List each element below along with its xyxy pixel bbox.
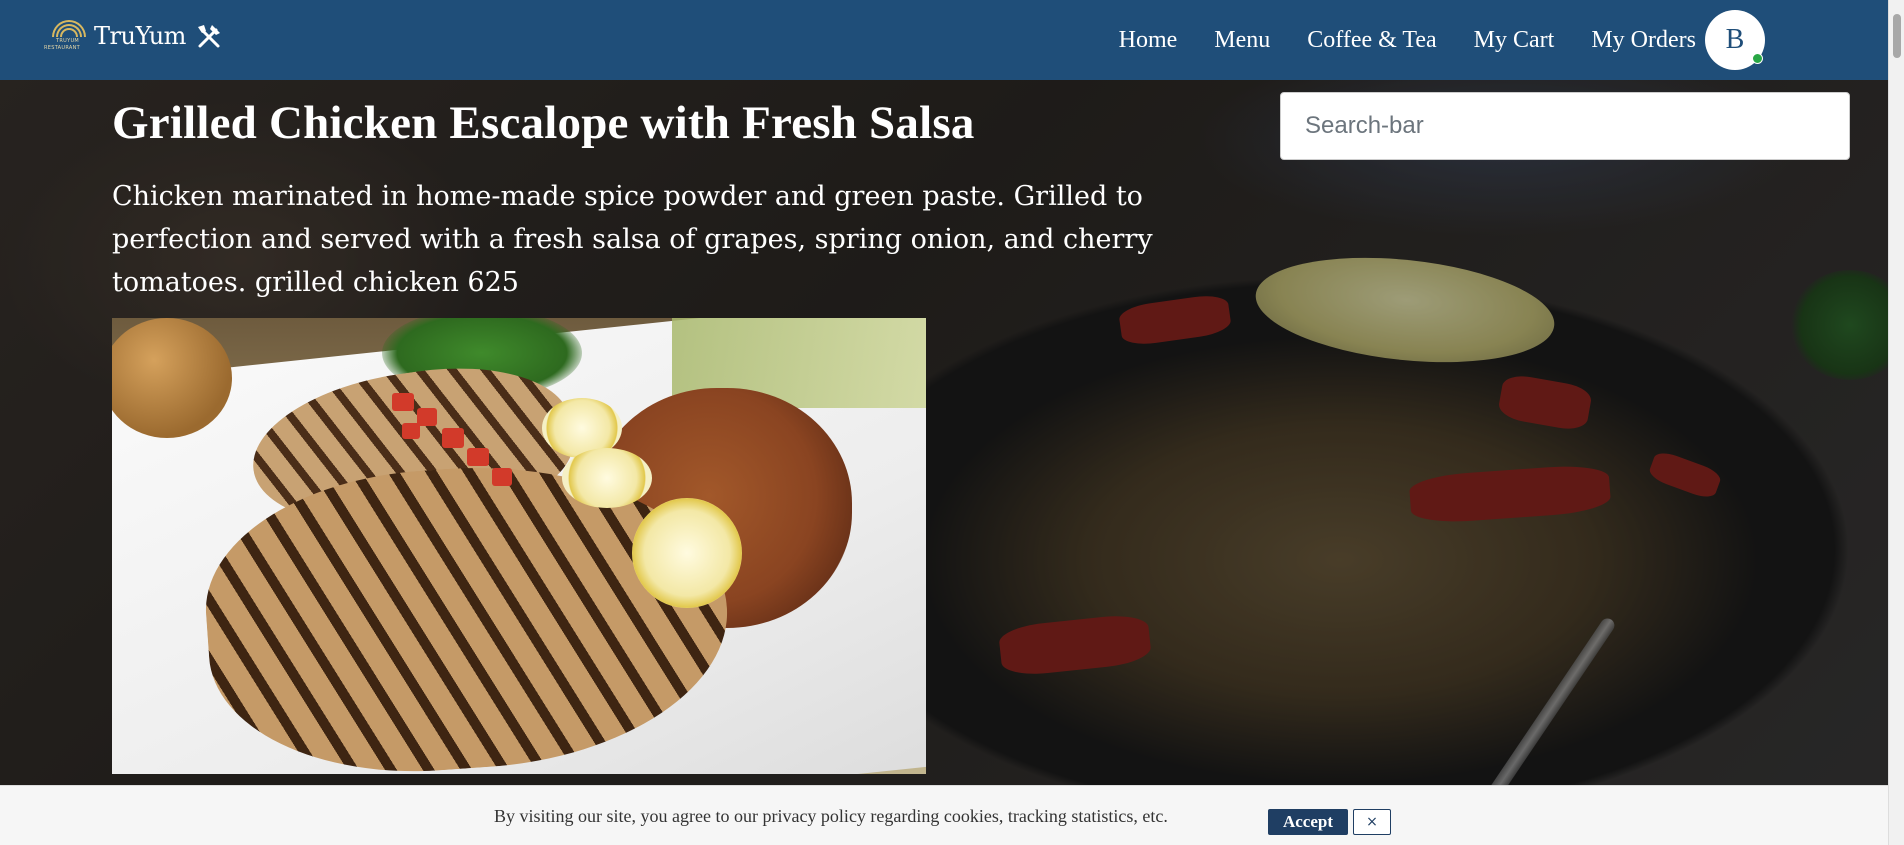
avatar-initial: B [1725,24,1745,55]
page-scrollbar[interactable] [1888,0,1904,845]
top-navbar: TRUYUM RESTAURANT TruYum Home Menu Coffe… [0,0,1904,80]
nav-coffee-tea-link[interactable]: Coffee & Tea [1307,27,1436,54]
brand-logo-icon: TRUYUM RESTAURANT [44,18,94,54]
search-input[interactable] [1280,92,1850,160]
nav-menu-link[interactable]: Menu [1214,27,1270,54]
cookie-accept-button[interactable]: Accept [1268,809,1348,835]
brand[interactable]: TRUYUM RESTAURANT TruYum [44,18,224,54]
cookie-banner-text: By visiting our site, you agree to our p… [494,806,1168,826]
logo-text-line1: TRUYUM [56,38,80,44]
user-avatar[interactable]: B [1705,10,1765,70]
nav-my-orders-link[interactable]: My Orders [1591,27,1696,54]
item-title: Grilled Chicken Escalope with Fresh Sals… [112,97,975,149]
cookie-close-button[interactable]: × [1353,809,1391,835]
brand-name[interactable]: TruYum [94,22,186,50]
scrollbar-thumb[interactable] [1893,14,1901,58]
logo-text-line2: RESTAURANT [44,45,81,51]
dish-image [112,318,926,774]
item-description: Chicken marinated in home-made spice pow… [112,181,1153,298]
nav-home-link[interactable]: Home [1119,27,1178,54]
nav-my-cart-link[interactable]: My Cart [1474,27,1555,54]
fork-knife-icon [194,21,224,51]
cookie-banner: By visiting our site, you agree to our p… [0,785,1888,845]
online-status-icon [1752,53,1763,64]
nav-links: Home Menu Coffee & Tea My Cart My Orders [1082,0,1696,80]
